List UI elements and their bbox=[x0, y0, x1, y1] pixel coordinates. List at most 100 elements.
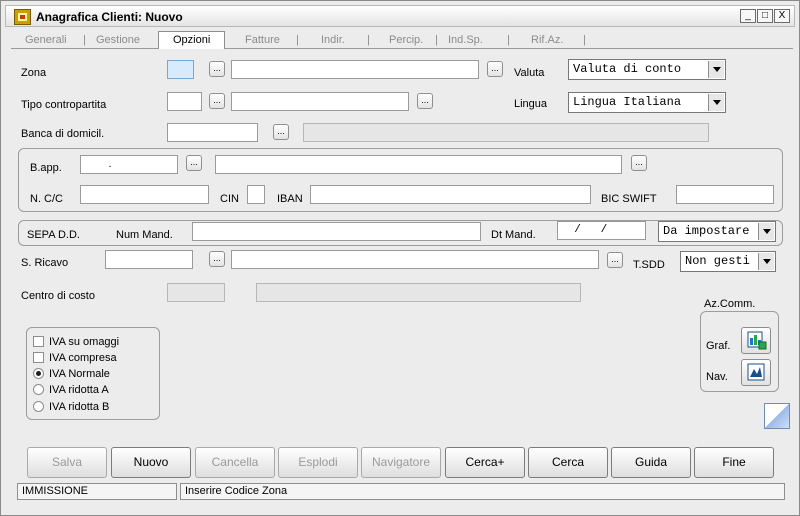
centro-costo-label: Centro di costo bbox=[21, 290, 95, 302]
s-ricavo-desc-lookup-button[interactable]: ... bbox=[607, 252, 623, 268]
nuovo-button[interactable]: Nuovo bbox=[111, 447, 191, 478]
iva-omaggi-label: IVA su omaggi bbox=[49, 336, 120, 348]
tsdd-select[interactable]: Non gesti bbox=[680, 251, 776, 272]
tsdd-label: T.SDD bbox=[633, 259, 665, 271]
status-mode: IMMISSIONE bbox=[17, 483, 177, 500]
iva-ridotta-a-radio[interactable] bbox=[33, 384, 44, 395]
title-bar[interactable]: Anagrafica Clienti: Nuovo _ □ X bbox=[5, 5, 795, 27]
bic-input[interactable] bbox=[676, 185, 774, 204]
tipo-contropartita-lookup-button[interactable]: ... bbox=[209, 93, 225, 109]
tab-separator: | bbox=[367, 34, 370, 46]
cerca-button[interactable]: Cerca bbox=[528, 447, 608, 478]
app-logo-icon bbox=[14, 9, 31, 25]
zona-desc-input[interactable] bbox=[231, 60, 479, 79]
bapp-lookup-button[interactable]: ... bbox=[186, 155, 202, 171]
banca-desc-input bbox=[303, 123, 709, 142]
iva-ridotta-a-label: IVA ridotta A bbox=[49, 384, 109, 396]
cin-label: CIN bbox=[220, 193, 239, 205]
dt-mand-input[interactable]: / / bbox=[557, 221, 646, 240]
sepa-label: SEPA D.D. bbox=[27, 229, 80, 241]
tab-separator: | bbox=[83, 34, 86, 46]
maximize-button[interactable]: □ bbox=[757, 9, 773, 23]
bic-label: BIC SWIFT bbox=[601, 193, 657, 205]
chevron-down-icon bbox=[708, 61, 724, 78]
num-mand-input[interactable] bbox=[192, 222, 481, 241]
tipo-contropartita-desc-lookup-button[interactable]: ... bbox=[417, 93, 433, 109]
chevron-down-icon bbox=[758, 223, 774, 240]
tab-indir[interactable]: Indir. bbox=[321, 34, 345, 46]
app-window: Anagrafica Clienti: Nuovo _ □ X Generali… bbox=[0, 0, 800, 516]
bapp-desc-input[interactable] bbox=[215, 155, 622, 174]
iva-normale-label: IVA Normale bbox=[49, 368, 110, 380]
nav-button[interactable] bbox=[741, 359, 771, 386]
tab-gestione[interactable]: Gestione bbox=[96, 34, 140, 46]
zona-desc-lookup-button[interactable]: ... bbox=[487, 61, 503, 77]
bapp-label: B.app. bbox=[30, 162, 62, 174]
close-button[interactable]: X bbox=[774, 9, 790, 23]
zona-label: Zona bbox=[21, 67, 47, 79]
valuta-select[interactable]: Valuta di conto bbox=[568, 59, 726, 80]
tab-opzioni[interactable]: Opzioni bbox=[158, 31, 226, 49]
iva-ridotta-b-radio[interactable] bbox=[33, 401, 44, 412]
iva-compresa-checkbox[interactable] bbox=[33, 352, 44, 363]
graf-label: Graf. bbox=[706, 340, 731, 352]
zona-lookup-button[interactable]: ... bbox=[209, 61, 225, 77]
azcomm-label: Az.Comm. bbox=[704, 298, 756, 310]
tab-fatture[interactable]: Fatture bbox=[245, 34, 280, 46]
cin-input[interactable] bbox=[247, 185, 265, 204]
sepa-stato-select[interactable]: Da impostare bbox=[658, 221, 776, 242]
tab-generali[interactable]: Generali bbox=[25, 34, 67, 46]
lingua-select[interactable]: Lingua Italiana bbox=[568, 92, 726, 113]
tab-percip[interactable]: Percip. bbox=[389, 34, 423, 46]
fine-button[interactable]: Fine bbox=[694, 447, 774, 478]
centro-costo-code-input bbox=[167, 283, 225, 302]
s-ricavo-desc-input[interactable] bbox=[231, 250, 599, 269]
tab-ind-sp[interactable]: Ind.Sp. bbox=[448, 34, 483, 46]
ncc-input[interactable] bbox=[80, 185, 209, 204]
navigatore-button[interactable]: Navigatore bbox=[361, 447, 441, 478]
navigator-icon bbox=[747, 363, 765, 381]
sepa-stato-value: Da impostare bbox=[663, 224, 750, 238]
bapp-code-input[interactable]: . bbox=[80, 155, 178, 174]
minimize-button[interactable]: _ bbox=[740, 9, 756, 23]
s-ricavo-lookup-button[interactable]: ... bbox=[209, 251, 225, 267]
status-message: Inserire Codice Zona bbox=[180, 483, 785, 500]
tab-rif-az[interactable]: Rif.Az. bbox=[531, 34, 563, 46]
graf-button[interactable] bbox=[741, 327, 771, 354]
resize-grip-icon[interactable] bbox=[764, 403, 790, 429]
iban-input[interactable] bbox=[310, 185, 591, 204]
ncc-label: N. C/C bbox=[30, 193, 63, 205]
cerca-plus-button[interactable]: Cerca+ bbox=[445, 447, 525, 478]
salva-button[interactable]: Salva bbox=[27, 447, 107, 478]
lingua-label: Lingua bbox=[514, 98, 548, 110]
tab-separator: | bbox=[296, 34, 299, 46]
tab-separator: | bbox=[507, 34, 510, 46]
valuta-label: Valuta bbox=[514, 67, 545, 79]
tsdd-value: Non gesti bbox=[685, 254, 750, 268]
num-mand-label: Num Mand. bbox=[116, 229, 173, 241]
zona-code-input[interactable] bbox=[167, 60, 194, 79]
tipo-contropartita-code-input[interactable] bbox=[167, 92, 202, 111]
iva-compresa-label: IVA compresa bbox=[49, 352, 117, 364]
cancella-button[interactable]: Cancella bbox=[195, 447, 275, 478]
iva-omaggi-checkbox[interactable] bbox=[33, 336, 44, 347]
chevron-down-icon bbox=[758, 253, 774, 270]
nav-label: Nav. bbox=[706, 371, 728, 383]
tab-bar: Generali | Gestione Opzioni Fatture | In… bbox=[11, 31, 793, 49]
guida-button[interactable]: Guida bbox=[611, 447, 691, 478]
lingua-value: Lingua Italiana bbox=[573, 95, 682, 109]
s-ricavo-code-input[interactable] bbox=[105, 250, 193, 269]
centro-costo-desc-input bbox=[256, 283, 581, 302]
s-ricavo-label: S. Ricavo bbox=[21, 257, 69, 269]
tab-separator: | bbox=[583, 34, 586, 46]
tipo-contropartita-desc-input[interactable] bbox=[231, 92, 409, 111]
tipo-contropartita-label: Tipo contropartita bbox=[21, 99, 107, 111]
iva-normale-radio[interactable] bbox=[33, 368, 44, 379]
banca-code-input[interactable] bbox=[167, 123, 258, 142]
esplodi-button[interactable]: Esplodi bbox=[278, 447, 358, 478]
bapp-desc-lookup-button[interactable]: ... bbox=[631, 155, 647, 171]
banca-label: Banca di domicil. bbox=[21, 128, 105, 140]
chevron-down-icon bbox=[708, 94, 724, 111]
banca-lookup-button[interactable]: ... bbox=[273, 124, 289, 140]
iban-label: IBAN bbox=[277, 193, 303, 205]
